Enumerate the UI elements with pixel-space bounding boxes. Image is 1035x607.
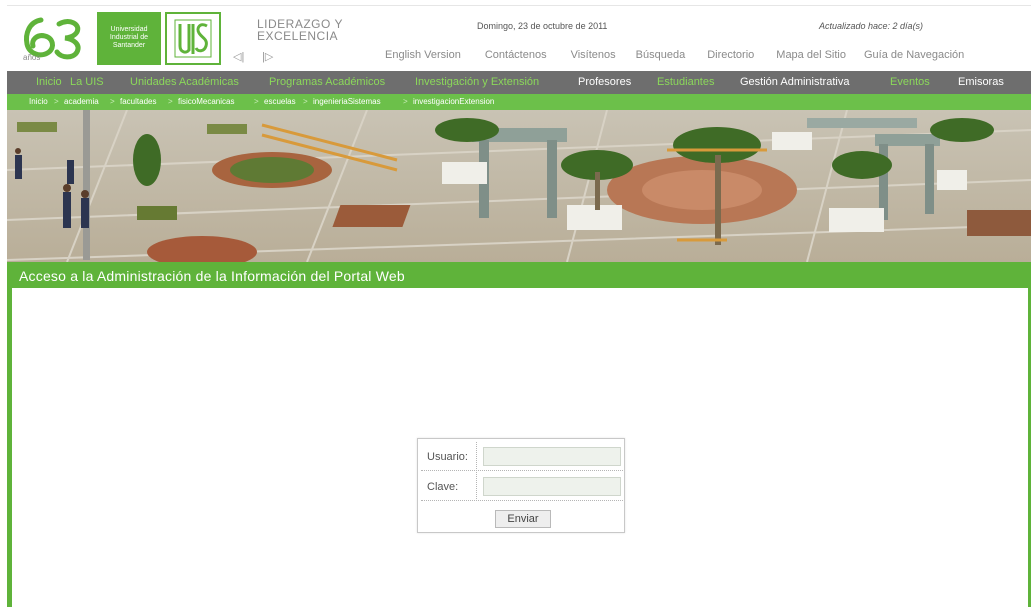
breadcrumb-separator: > [54,97,59,106]
uis-logo[interactable] [165,12,221,65]
password-input[interactable] [483,477,621,496]
breadcrumb-separator: > [254,97,259,106]
page-title: Acceso a la Administración de la Informa… [19,268,405,284]
main-nav: Inicio La UIS Unidades Académicas Progra… [7,71,1031,94]
breadcrumb-separator: > [303,97,308,106]
university-name-line: Industrial de [109,34,149,41]
nav-item-emisoras[interactable]: Emisoras [958,76,1004,88]
breadcrumb-separator: > [168,97,173,106]
university-name-line: Santander [112,42,146,49]
username-field-cell [478,442,623,471]
breadcrumb-item[interactable]: facultades [120,97,156,106]
nav-item-inicio[interactable]: Inicio [36,76,62,88]
anniversary-logo-word: años [23,53,40,62]
breadcrumb-item[interactable]: fisicoMecanicas [178,97,234,106]
slogan-line: EXCELENCIA [257,29,339,43]
nav-item-unidades-academicas[interactable]: Unidades Académicas [130,76,239,88]
anniversary-logo[interactable]: años [21,14,87,62]
previous-arrow-icon[interactable]: ◁| [233,50,244,63]
breadcrumb-separator: > [110,97,115,106]
university-name-box[interactable]: Universidad Industrial de Santander [97,12,161,65]
password-field-cell [478,472,623,501]
username-label: Usuario: [421,442,477,471]
next-arrow-icon[interactable]: |▷ [262,50,273,63]
nav-item-investigacion-extension[interactable]: Investigación y Extensión [415,76,539,88]
nav-item-profesores[interactable]: Profesores [578,76,631,88]
university-name-line: Universidad [110,26,148,33]
site-header: años Universidad Industrial de Santander… [7,5,1031,71]
top-link-english[interactable]: English Version [385,49,461,61]
campus-photo-banner [7,110,1031,262]
current-date: Domingo, 23 de octubre de 2011 [477,21,608,31]
nav-item-gestion-administrativa[interactable]: Gestión Administrativa [740,76,849,88]
top-link-contact[interactable]: Contáctenos [485,49,547,61]
page: años Universidad Industrial de Santander… [0,0,1035,607]
username-input[interactable] [483,447,621,466]
breadcrumb-item[interactable]: Inicio [29,97,48,106]
slogan: LIDERAZGO Y EXCELENCIA [257,18,377,42]
submit-button[interactable]: Enviar [495,510,551,528]
top-link-directory[interactable]: Directorio [707,49,754,61]
nav-item-estudiantes[interactable]: Estudiantes [657,76,714,88]
top-link-sitemap[interactable]: Mapa del Sitio [776,49,846,61]
login-form: Usuario: Clave: Enviar [417,438,625,533]
password-label: Clave: [421,472,477,501]
password-row: Clave: [421,472,623,501]
nav-item-programas-academicos[interactable]: Programas Académicos [269,76,385,88]
username-row: Usuario: [421,442,623,471]
breadcrumb-item[interactable]: escuelas [264,97,296,106]
breadcrumb-item[interactable]: ingenieriaSistemas [313,97,381,106]
page-title-bar: Acceso a la Administración de la Informa… [7,262,1031,288]
top-link-navigation-guide[interactable]: Guía de Navegación [864,49,964,61]
top-link-search[interactable]: Búsqueda [636,49,686,61]
breadcrumb-separator: > [403,97,408,106]
top-links: English Version Contáctenos Visítenos Bú… [385,49,964,61]
nav-item-eventos[interactable]: Eventos [890,76,930,88]
nav-item-la-uis[interactable]: La UIS [70,76,104,88]
top-link-visit[interactable]: Visítenos [571,49,616,61]
breadcrumb-item[interactable]: academia [64,97,99,106]
last-updated: Actualizado hace: 2 día(s) [819,21,924,31]
breadcrumb-item[interactable]: investigacionExtension [413,97,494,106]
breadcrumb: Inicio > academia > facultades > fisicoM… [7,94,1031,110]
